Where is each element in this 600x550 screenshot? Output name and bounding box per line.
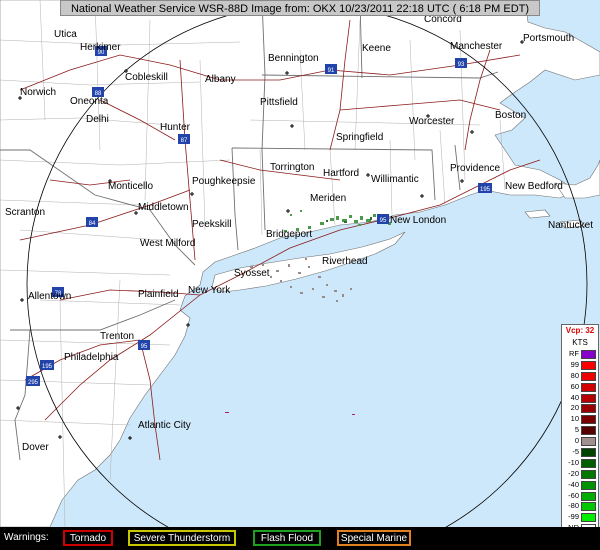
- svg-text:91: 91: [328, 68, 335, 74]
- page-title: National Weather Service WSR-88D Image f…: [60, 0, 540, 16]
- city-label: Norwich: [20, 87, 56, 98]
- city-label: Keene: [362, 43, 391, 54]
- shield-87: 87: [178, 134, 190, 144]
- city-label: Herkimer: [80, 42, 121, 53]
- city-label: Utica: [54, 29, 77, 40]
- city-label: Willimantic: [371, 174, 419, 185]
- city-label: New York: [188, 285, 231, 296]
- svg-text:95: 95: [380, 218, 387, 224]
- city-label: Atlantic City: [138, 420, 191, 431]
- shield-95b: 95: [138, 340, 150, 350]
- city-label: Nantucket: [548, 220, 593, 231]
- svg-text:87: 87: [181, 138, 188, 144]
- legend-title: Vcp: 32: [565, 326, 595, 335]
- shield-91: 91: [325, 64, 337, 74]
- city-label: Delhi: [86, 114, 109, 125]
- city-label: Riverhead: [322, 256, 368, 267]
- city-label: Torrington: [270, 162, 314, 173]
- city-label: Hunter: [160, 122, 191, 133]
- city-label: Dover: [22, 442, 49, 453]
- legend-item: 20: [562, 403, 598, 414]
- svg-text:93: 93: [458, 62, 465, 68]
- city-label: New Bedford: [505, 181, 563, 192]
- city-label: Monticello: [108, 181, 153, 192]
- shield-95a: 95: [377, 214, 389, 224]
- shield-93: 93: [455, 58, 467, 68]
- city-label: Hartford: [323, 168, 359, 179]
- shield-295: 295: [26, 376, 40, 386]
- shield-84: 84: [86, 217, 98, 227]
- city-label: Bennington: [268, 53, 319, 64]
- legend-item: 80: [562, 371, 598, 382]
- legend-item: 60: [562, 382, 598, 393]
- city-label: Portsmouth: [523, 33, 574, 44]
- city-label: West Milford: [140, 238, 195, 249]
- city-label: Albany: [205, 74, 236, 85]
- warning-severe-thunderstorm[interactable]: Severe Thunderstorm: [128, 530, 236, 546]
- legend-item: -40: [562, 480, 598, 491]
- legend-item: 10: [562, 414, 598, 425]
- city-label: Cobleskill: [125, 72, 168, 83]
- radar-window: 90 88 91 93 87 84 95 95 78 195 195 295 U…: [0, 0, 600, 550]
- city-label: Philadelphia: [64, 352, 119, 363]
- warnings-bar: Warnings: Tornado Severe Thunderstorm Fl…: [0, 527, 600, 550]
- city-label: Peekskill: [192, 219, 231, 230]
- city-label: Middletown: [138, 202, 189, 213]
- city-label: Poughkeepsie: [192, 176, 256, 187]
- city-label: Allentown: [28, 291, 71, 302]
- legend-item: -10: [562, 458, 598, 469]
- legend-item: 40: [562, 393, 598, 404]
- city-label: Plainfield: [138, 289, 179, 300]
- city-label: Boston: [495, 110, 526, 121]
- city-label: Springfield: [336, 132, 383, 143]
- shield-195a: 195: [478, 183, 492, 193]
- city-label: Pittsfield: [260, 97, 298, 108]
- legend-units: KTS: [572, 338, 588, 347]
- city-label: Syosset: [234, 268, 270, 279]
- legend-item: -60: [562, 491, 598, 502]
- legend-item: -99: [562, 512, 598, 523]
- warning-tornado[interactable]: Tornado: [63, 530, 113, 546]
- legend-item: -80: [562, 501, 598, 512]
- warnings-label: Warnings:: [4, 532, 49, 543]
- shield-195b: 195: [40, 360, 54, 370]
- legend-item: 5: [562, 425, 598, 436]
- radar-map: 90 88 91 93 87 84 95 95 78 195 195 295 U…: [0, 0, 600, 527]
- svg-text:84: 84: [89, 221, 96, 227]
- city-label: Meriden: [310, 193, 346, 204]
- legend-item: -5: [562, 447, 598, 458]
- city-label: Providence: [450, 163, 500, 174]
- city-label: New London: [390, 215, 446, 226]
- city-label: Manchester: [450, 41, 503, 52]
- svg-text:195: 195: [42, 364, 53, 370]
- legend-item: RF: [562, 349, 598, 360]
- legend-item: 0: [562, 436, 598, 447]
- city-label: Trenton: [100, 331, 134, 342]
- city-label: Oneonta: [70, 96, 109, 107]
- svg-text:195: 195: [480, 187, 491, 193]
- warning-special-marine[interactable]: Special Marine: [337, 530, 411, 546]
- city-label: Scranton: [5, 207, 45, 218]
- legend-item: -20: [562, 469, 598, 480]
- svg-text:95: 95: [141, 344, 148, 350]
- city-label: Worcester: [409, 116, 455, 127]
- svg-text:295: 295: [28, 380, 39, 386]
- legend-item: 99: [562, 360, 598, 371]
- city-label: Bridgeport: [266, 229, 312, 240]
- warning-flash-flood[interactable]: Flash Flood: [253, 530, 321, 546]
- velocity-legend: Vcp: 32 KTS RF 99 80 60 40 20 10 5 0 -5 …: [561, 324, 599, 542]
